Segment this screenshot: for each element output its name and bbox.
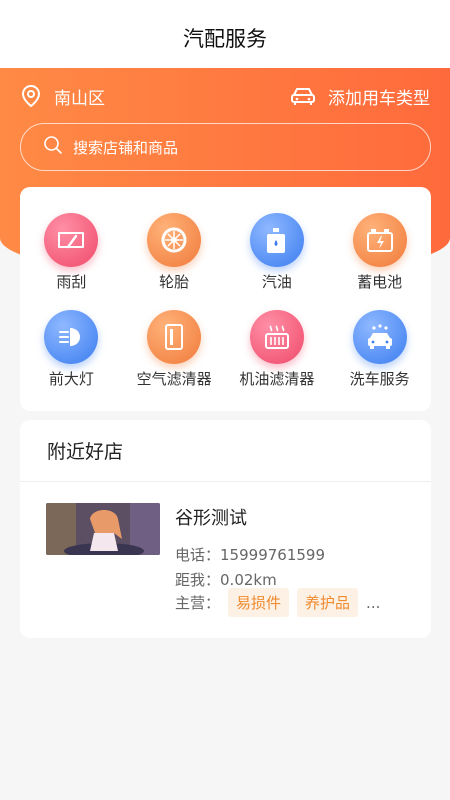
phone-value: 15999761599 (220, 546, 325, 564)
nearby-shops-card: 附近好店 谷形测试 电话：15999761599 距我：0.02km 主营： 易… (20, 420, 431, 638)
category-item-battery[interactable]: 蓄电池 (328, 213, 431, 292)
category-item-air-filter[interactable]: 空气滤清器 (123, 310, 226, 389)
category-label: 雨刮 (56, 273, 87, 291)
category-item-oil-filter[interactable]: 机油滤清器 (226, 310, 329, 389)
district-selector[interactable]: 南山区 (20, 84, 105, 109)
category-label: 机油滤清器 (239, 370, 315, 388)
category-item-tire[interactable]: 轮胎 (123, 213, 226, 292)
battery-icon (352, 213, 407, 267)
category-label: 空气滤清器 (136, 370, 212, 388)
shop-name: 谷形测试 (175, 508, 247, 529)
more-tags: ... (366, 593, 381, 612)
category-label: 轮胎 (159, 273, 190, 291)
car-wash-icon (352, 310, 407, 364)
business-tag: 养护品 (297, 588, 359, 617)
distance-value: 0.02km (220, 571, 277, 589)
tire-icon (147, 213, 202, 267)
search-icon (43, 135, 63, 159)
shop-list-item[interactable]: 谷形测试 电话：15999761599 距我：0.02km 主营： 易损件 养护… (20, 482, 431, 638)
wiper-icon (44, 213, 99, 267)
business-tag: 易损件 (228, 588, 290, 617)
category-item-wiper[interactable]: 雨刮 (20, 213, 123, 292)
shop-phone: 电话：15999761599 (175, 544, 325, 565)
nearby-shops-title: 附近好店 (20, 420, 431, 482)
shop-thumbnail (46, 503, 160, 555)
category-label: 汽油 (261, 273, 292, 291)
oil-can-icon (249, 213, 304, 267)
category-item-fuel[interactable]: 汽油 (226, 213, 329, 292)
shop-main-business: 主营： 易损件 养护品 ... (175, 588, 380, 617)
car-icon (290, 86, 316, 106)
distance-label: 距我： (175, 571, 221, 589)
headlight-icon (44, 310, 99, 364)
air-filter-icon (147, 310, 202, 364)
location-row: 南山区 添加用车类型 (20, 80, 430, 112)
location-pin-icon (20, 84, 42, 108)
category-grid: 雨刮 轮胎 汽油 蓄电池 前大灯 空气滤清器 机油滤清器 洗车服务 (20, 187, 431, 389)
category-item-car-wash[interactable]: 洗车服务 (328, 310, 431, 389)
category-label: 洗车服务 (349, 370, 410, 388)
category-card: 雨刮 轮胎 汽油 蓄电池 前大灯 空气滤清器 机油滤清器 洗车服务 (20, 187, 431, 411)
add-vehicle-label: 添加用车类型 (328, 88, 430, 109)
add-vehicle-button[interactable]: 添加用车类型 (290, 84, 430, 109)
category-label: 前大灯 (48, 370, 94, 388)
page-title: 汽配服务 (183, 27, 267, 51)
shop-distance: 距我：0.02km (175, 569, 277, 590)
district-label: 南山区 (54, 88, 105, 109)
phone-label: 电话： (175, 546, 221, 564)
search-placeholder: 搜索店铺和商品 (73, 138, 179, 157)
category-item-headlight[interactable]: 前大灯 (20, 310, 123, 389)
main-business-label: 主营： (175, 594, 221, 612)
oil-filter-icon (249, 310, 304, 364)
category-label: 蓄电池 (357, 273, 403, 291)
nav-bar: 汽配服务 (0, 0, 450, 68)
search-input[interactable]: 搜索店铺和商品 (20, 123, 431, 171)
